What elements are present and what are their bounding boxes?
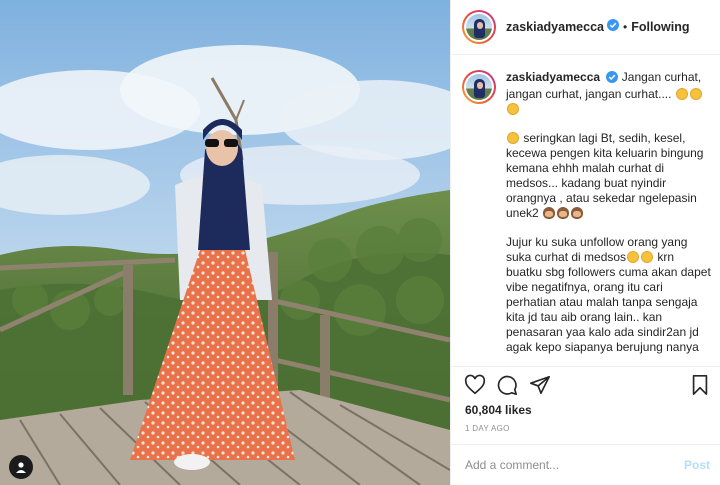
comment-input[interactable] xyxy=(465,458,684,472)
grin-emoji-icon xyxy=(627,251,640,263)
grin-emoji-icon xyxy=(641,251,654,263)
caption-area: zaskiadyamecca Jangan curhat, jangan cur… xyxy=(451,56,720,366)
header-username[interactable]: zaskiadyamecca xyxy=(506,20,604,34)
avatar[interactable] xyxy=(462,10,496,44)
comment-bar: Post xyxy=(451,444,720,485)
separator: • xyxy=(623,20,628,34)
likes-count[interactable]: 60,804 likes xyxy=(465,403,532,417)
photo-scene xyxy=(0,0,450,485)
caption-username[interactable]: zaskiadyamecca xyxy=(506,70,600,84)
verified-badge-icon xyxy=(606,71,619,87)
post-header: zaskiadyamecca • Following xyxy=(451,0,720,55)
monkey-emoji-icon xyxy=(543,207,556,219)
post-sidebar: zaskiadyamecca • Following zaskiadyamecc… xyxy=(450,0,720,485)
heart-icon[interactable] xyxy=(464,374,486,396)
following-button[interactable]: Following xyxy=(631,20,689,34)
smile-emoji-icon xyxy=(507,132,519,144)
face-emoji-icon xyxy=(689,88,702,100)
caption-paragraph-3b: krn buatku sbg followers cuma akan dapet… xyxy=(506,250,711,354)
caption-avatar[interactable] xyxy=(462,70,496,104)
comment-icon[interactable] xyxy=(496,374,518,396)
post-timestamp[interactable]: 1 DAY AGO xyxy=(465,424,510,433)
caption-text: zaskiadyamecca Jangan curhat, jangan cur… xyxy=(506,70,711,366)
paper-plane-icon[interactable] xyxy=(529,374,551,396)
monkey-emoji-icon xyxy=(557,207,570,219)
bookmark-icon[interactable] xyxy=(689,374,711,396)
user-tag-icon[interactable] xyxy=(9,455,33,479)
monkey-emoji-icon xyxy=(571,207,584,219)
verified-badge-icon xyxy=(607,18,619,36)
face-emoji-icon xyxy=(675,88,688,100)
post-photo[interactable] xyxy=(0,0,450,485)
action-bar xyxy=(451,366,720,402)
face-emoji-icon xyxy=(507,103,519,115)
caption-paragraph-2: seringkan lagi Bt, sedih, kesel, kecewa … xyxy=(506,131,704,220)
post-comment-button[interactable]: Post xyxy=(684,458,710,472)
